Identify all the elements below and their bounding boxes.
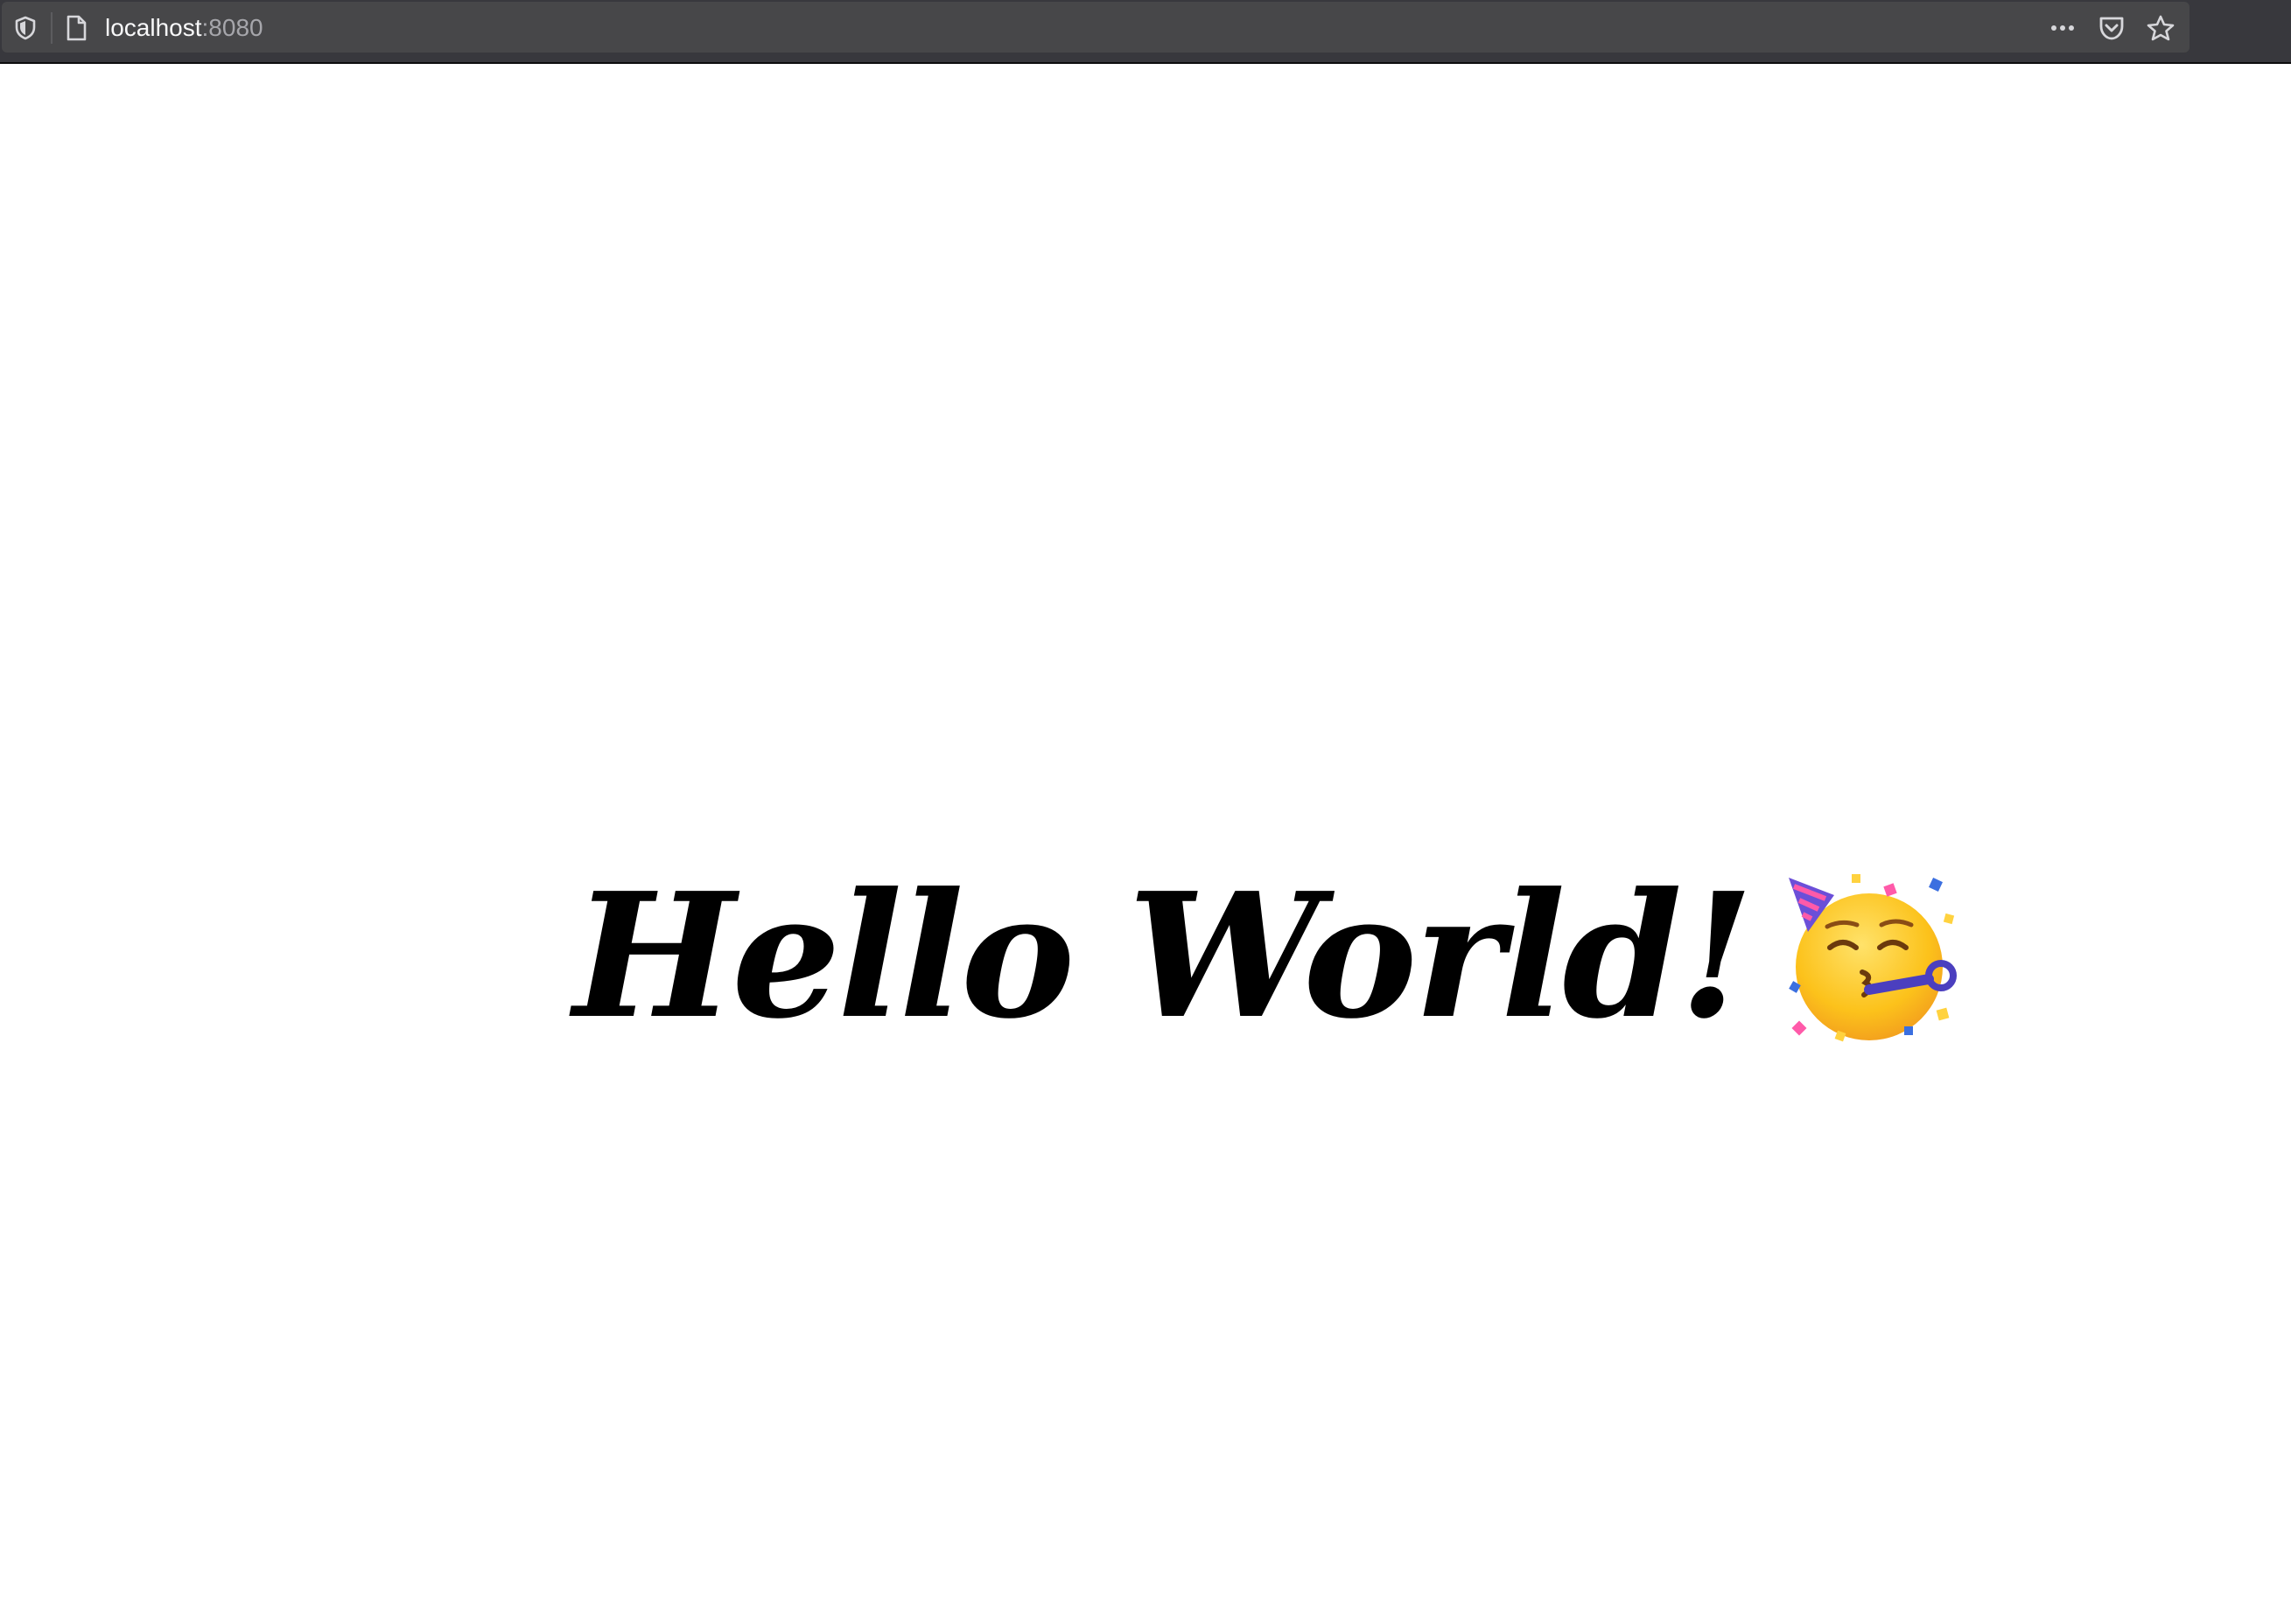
pocket-icon[interactable] — [2097, 14, 2126, 42]
url-bar[interactable]: localhost:8080 — [2, 2, 2189, 52]
hello-heading: Hello World! — [573, 851, 1965, 1061]
url-text[interactable]: localhost:8080 — [105, 12, 263, 44]
star-icon[interactable] — [2146, 14, 2175, 42]
url-bar-separator — [51, 12, 53, 44]
browser-toolbar: localhost:8080 — [0, 0, 2291, 64]
shield-icon[interactable] — [14, 16, 37, 40]
url-port: :8080 — [201, 14, 263, 41]
page-icon[interactable] — [63, 14, 89, 42]
page-content: Hello World! — [0, 64, 2291, 1624]
more-icon[interactable] — [2048, 14, 2077, 42]
party-face-icon — [1789, 874, 1958, 1042]
heading-text: Hello World! — [573, 856, 1754, 1057]
url-host: localhost — [105, 14, 202, 41]
